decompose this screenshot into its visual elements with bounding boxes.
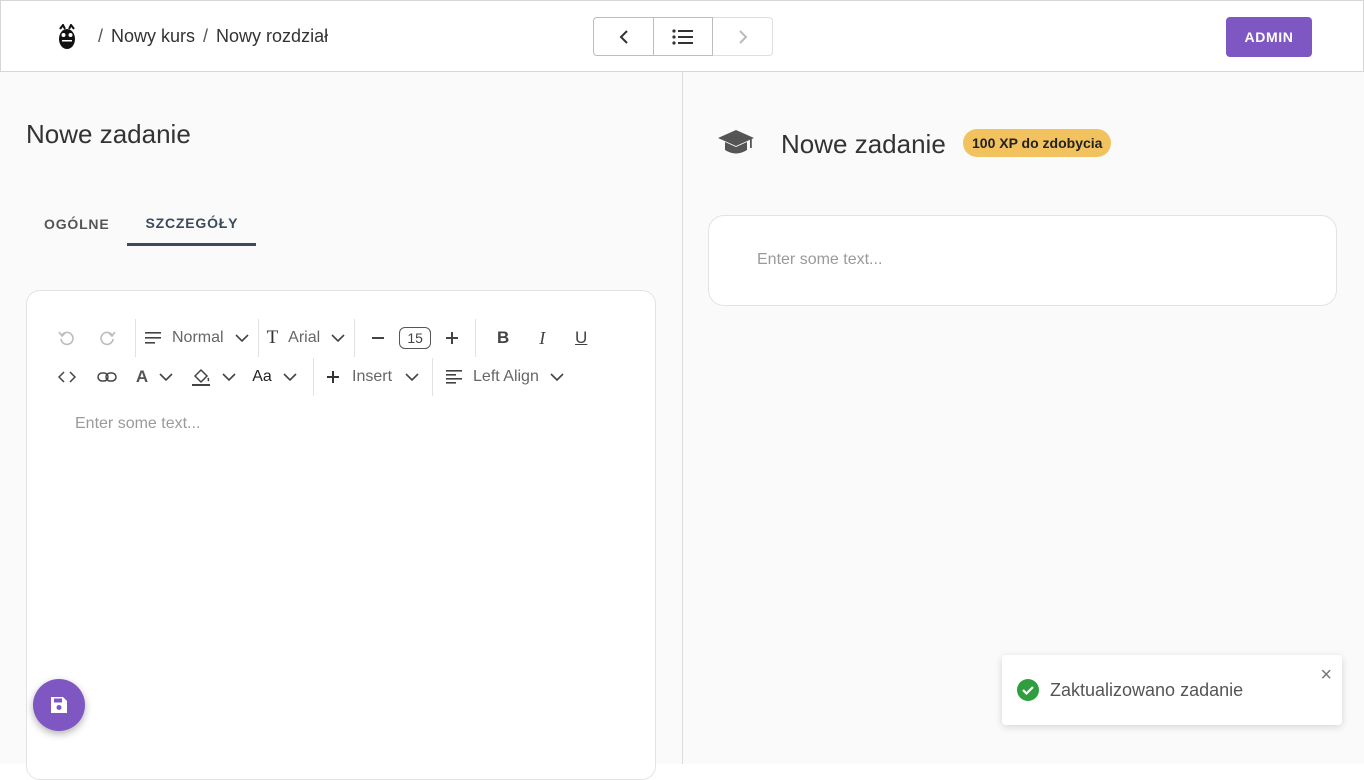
font-icon: T xyxy=(266,327,279,348)
underline-icon[interactable]: U xyxy=(562,321,600,355)
close-icon[interactable]: × xyxy=(1320,664,1332,687)
editor-content-input[interactable]: Enter some text... xyxy=(75,415,200,433)
admin-button[interactable]: ADMIN xyxy=(1226,17,1312,57)
breadcrumb: / Nowy kurs / Nowy rozdział xyxy=(98,26,328,47)
block-type-label: Normal xyxy=(172,329,224,346)
preview-content-box: Enter some text... xyxy=(708,215,1337,306)
increase-font-icon[interactable] xyxy=(437,321,467,355)
editor-panel: Nowe zadanie OGÓLNE SZCZEGÓŁY Normal T A… xyxy=(0,72,683,780)
task-title: Nowe zadanie xyxy=(781,129,946,159)
text-case-dropdown[interactable]: Aa xyxy=(245,360,305,394)
lesson-navigation xyxy=(593,17,773,56)
align-left-icon xyxy=(446,370,463,384)
rich-text-editor: Normal T Arial 15 B I U A Aa Insert Left… xyxy=(26,290,656,780)
toolbar-divider xyxy=(475,319,477,357)
toolbar-divider xyxy=(432,358,434,396)
top-bar: / Nowy kurs / Nowy rozdział ADMIN xyxy=(0,0,1364,72)
chevron-down-icon xyxy=(331,334,345,343)
link-icon[interactable] xyxy=(87,360,127,394)
chevron-right-icon xyxy=(738,29,747,44)
save-button[interactable] xyxy=(33,679,85,731)
code-icon[interactable] xyxy=(47,360,87,394)
toolbar-row-2: A Aa Insert Left Align xyxy=(47,358,569,396)
toolbar-divider xyxy=(313,358,314,396)
toolbar-divider xyxy=(135,319,136,357)
tab-details[interactable]: SZCZEGÓŁY xyxy=(127,202,257,246)
text-case-icon: Aa xyxy=(252,368,272,385)
success-toast: Zaktualizowano zadanie × xyxy=(1002,655,1342,725)
list-button[interactable] xyxy=(653,17,713,56)
font-size-value: 15 xyxy=(399,327,432,349)
font-family-dropdown[interactable]: T Arial xyxy=(267,321,347,355)
block-type-dropdown[interactable]: Normal xyxy=(144,321,250,355)
next-button[interactable] xyxy=(713,17,773,56)
font-family-label: Arial xyxy=(288,329,321,346)
toast-message: Zaktualizowano zadanie xyxy=(1050,680,1244,700)
save-icon xyxy=(51,697,67,713)
preview-placeholder: Enter some text... xyxy=(757,251,883,268)
breadcrumb-separator: / xyxy=(203,26,209,46)
xp-badge: 100 XP do zdobycia xyxy=(963,129,1112,157)
chevron-down-icon xyxy=(283,373,297,382)
previous-button[interactable] xyxy=(593,17,653,56)
background-color-dropdown[interactable] xyxy=(183,360,245,394)
tab-bar: OGÓLNE SZCZEGÓŁY xyxy=(26,202,257,247)
graduation-cap-icon xyxy=(717,124,755,162)
toolbar-divider xyxy=(354,319,356,357)
breadcrumb-course[interactable]: Nowy kurs xyxy=(111,26,195,47)
italic-icon[interactable]: I xyxy=(522,321,562,355)
text-color-dropdown[interactable]: A xyxy=(127,360,183,394)
logo-icon[interactable] xyxy=(56,23,78,50)
insert-label: Insert xyxy=(352,368,393,385)
chevron-down-icon xyxy=(550,373,564,382)
decrease-font-icon[interactable] xyxy=(363,321,393,355)
chevron-down-icon xyxy=(234,334,249,343)
plus-icon xyxy=(327,371,339,383)
alignment-dropdown[interactable]: Left Align xyxy=(441,360,569,394)
page-title: Nowe zadanie xyxy=(26,119,191,149)
insert-dropdown[interactable]: Insert xyxy=(322,360,424,394)
text-color-icon: A xyxy=(135,367,149,386)
redo-icon[interactable] xyxy=(87,321,127,355)
chevron-down-icon xyxy=(405,373,419,382)
paint-bucket-icon xyxy=(192,368,210,386)
alignment-label: Left Align xyxy=(473,368,539,385)
toolbar-row-1: Normal T Arial 15 B I U xyxy=(47,319,600,357)
tab-general[interactable]: OGÓLNE xyxy=(26,202,127,246)
font-size-input[interactable]: 15 xyxy=(393,321,437,355)
check-circle-icon xyxy=(1017,679,1039,701)
bold-icon[interactable]: B xyxy=(484,321,522,355)
breadcrumb-chapter[interactable]: Nowy rozdział xyxy=(216,26,328,47)
chevron-down-icon xyxy=(159,373,173,382)
undo-icon[interactable] xyxy=(47,321,87,355)
chevron-down-icon xyxy=(222,373,236,382)
breadcrumb-separator: / xyxy=(98,26,104,46)
paragraph-icon xyxy=(145,332,161,344)
toolbar-divider xyxy=(257,319,259,357)
chevron-left-icon xyxy=(619,29,628,44)
list-icon xyxy=(672,28,693,45)
